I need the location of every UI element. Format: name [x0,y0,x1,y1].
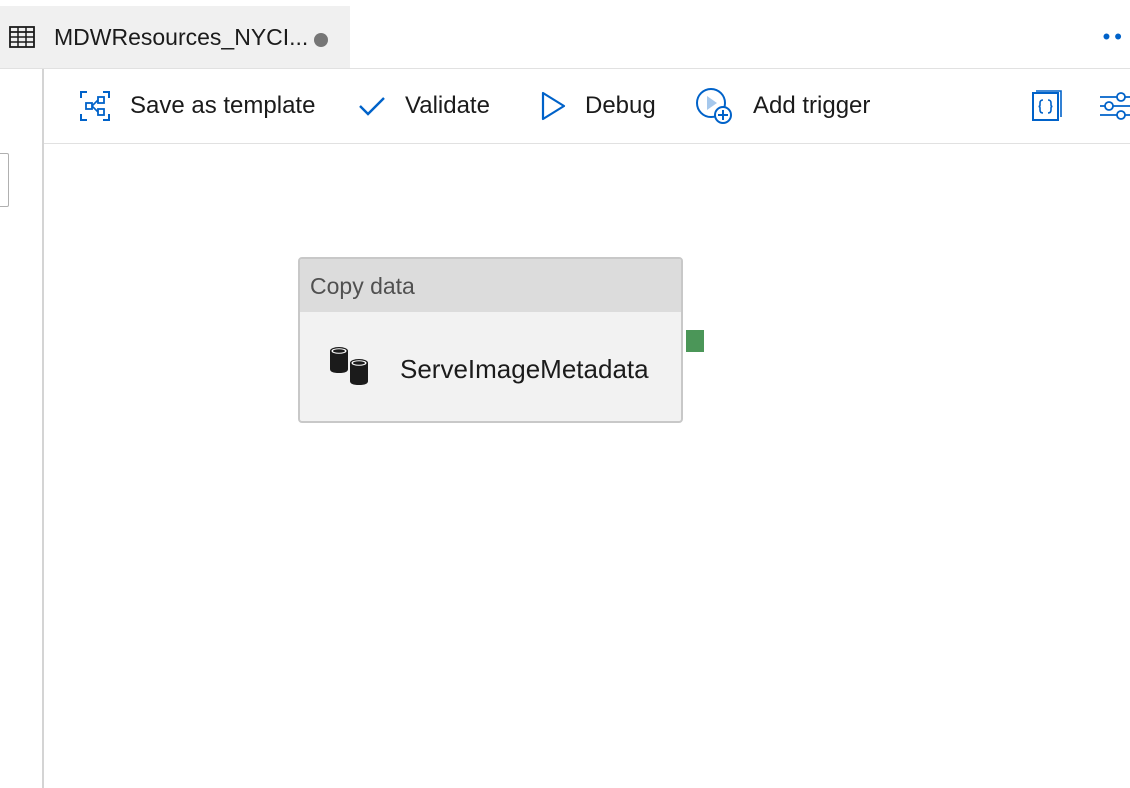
tab-pipeline[interactable]: MDWResources_NYCI... [0,6,350,68]
code-button[interactable] [1032,69,1062,143]
tab-strip: MDWResources_NYCI... •• [0,6,1130,69]
add-trigger-button[interactable]: Add trigger [695,69,870,143]
debug-button[interactable]: Debug [540,69,656,143]
add-trigger-label: Add trigger [753,92,871,119]
activity-header: Copy data [300,259,681,312]
save-as-template-label: Save as template [130,92,316,119]
debug-label: Debug [585,92,656,119]
tab-title: MDWResources_NYCI... [54,24,309,50]
checkmark-icon [358,95,386,117]
database-copy-icon [328,345,374,392]
save-as-template-button[interactable]: Save as template [80,69,315,143]
validate-label: Validate [405,92,490,119]
left-panel-input-edge[interactable] [0,153,9,207]
activity-name-label: ServeImageMetadata [400,354,649,384]
activity-type-label: Copy data [310,273,415,299]
pipeline-toolbar: Save as template Validate Debug Add trig… [44,69,1130,144]
left-panel [0,69,44,788]
validate-button[interactable]: Validate [358,69,490,143]
success-output-handle[interactable] [686,330,704,352]
play-icon [540,91,566,121]
add-trigger-icon [695,87,733,125]
properties-button[interactable] [1099,69,1130,143]
unsaved-indicator [314,33,328,47]
table-icon [9,26,35,48]
code-braces-icon [1032,90,1062,122]
pipeline-canvas[interactable] [44,144,1130,788]
properties-sliders-icon [1099,89,1130,123]
more-options-icon[interactable]: •• [1103,26,1126,48]
template-icon [80,91,110,121]
copy-data-activity[interactable]: Copy data ServeImageMetadata [298,257,683,423]
